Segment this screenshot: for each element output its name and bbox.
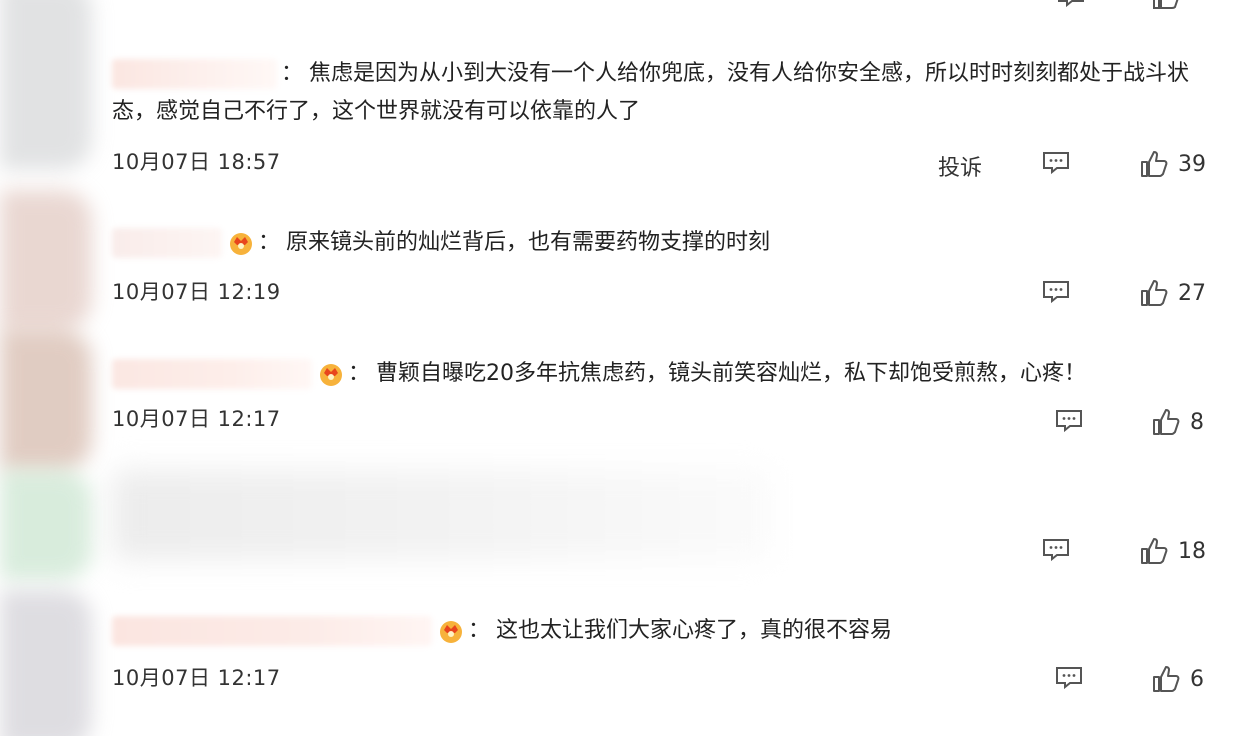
like-count: 8 <box>1190 409 1204 435</box>
report-label: 投诉 <box>938 156 983 181</box>
avatar[interactable] <box>0 590 92 736</box>
comment-text: ：曹颖自曝吃20多年抗焦虑药，镜头前笑容灿烂，私下却饱受煎熬，心疼！ <box>112 355 1232 393</box>
member-badge-icon <box>438 618 464 644</box>
comment-icon <box>1054 665 1084 691</box>
reply-button[interactable] <box>1041 537 1071 563</box>
comment-item: ：这也太让我们大家心疼了，真的很不容易 <box>112 612 1232 650</box>
report-button[interactable]: 投诉 <box>938 150 982 182</box>
comment-timestamp: 10月07日 12:17 <box>112 666 281 690</box>
member-badge-icon <box>318 361 344 387</box>
comment-item: ：曹颖自曝吃20多年抗焦虑药，镜头前笑容灿烂，私下却饱受煎熬，心疼！ <box>112 355 1232 393</box>
like-button[interactable]: 27 <box>1140 279 1206 307</box>
comment-timestamp: 10月07日 12:19 <box>112 280 281 304</box>
thumbs-up-icon <box>1140 537 1168 565</box>
comment-icon <box>1041 537 1071 563</box>
thumbs-up-icon <box>1152 665 1180 693</box>
previous-comment-actions <box>0 0 1256 10</box>
thumbs-up-icon[interactable] <box>1152 0 1180 10</box>
comment-text: ：原来镜头前的灿烂背后，也有需要药物支撑的时刻 <box>112 224 1232 262</box>
avatar[interactable] <box>0 470 92 580</box>
avatar[interactable] <box>0 190 92 330</box>
like-count: 27 <box>1178 280 1206 306</box>
avatar[interactable] <box>0 0 92 170</box>
colon-separator: ： <box>258 230 281 255</box>
reply-button[interactable] <box>1041 150 1071 176</box>
like-count: 6 <box>1190 666 1204 692</box>
like-count: 39 <box>1178 151 1206 177</box>
like-button[interactable]: 8 <box>1152 408 1204 436</box>
username[interactable] <box>112 228 222 258</box>
reply-button[interactable] <box>1054 665 1084 691</box>
blurred-comment <box>112 470 772 560</box>
reply-button[interactable] <box>1054 408 1084 434</box>
like-button[interactable]: 18 <box>1140 537 1206 565</box>
avatar[interactable] <box>0 330 92 470</box>
thumbs-up-icon <box>1140 279 1168 307</box>
reply-button[interactable] <box>1041 279 1071 305</box>
like-count: 18 <box>1178 538 1206 564</box>
comment-timestamp: 10月07日 12:17 <box>112 407 281 431</box>
colon-separator: ： <box>348 361 371 386</box>
comment-icon <box>1054 408 1084 434</box>
comment-icon <box>1041 279 1071 305</box>
comment-icon <box>1041 150 1071 176</box>
colon-separator: ： <box>468 618 491 643</box>
username[interactable] <box>112 359 312 389</box>
comment-item: ：原来镜头前的灿烂背后，也有需要药物支撑的时刻 <box>112 224 1232 262</box>
comment-list: ：焦虑是因为从小到大没有一个人给你兜底，没有人给你安全感，所以时时刻刻都处于战斗… <box>0 0 1256 736</box>
username[interactable] <box>112 616 432 646</box>
comment-icon[interactable] <box>1056 0 1086 8</box>
comment-text: ：焦虑是因为从小到大没有一个人给你兜底，没有人给你安全感，所以时时刻刻都处于战斗… <box>112 59 1190 124</box>
comment-text: ：这也太让我们大家心疼了，真的很不容易 <box>112 612 1232 650</box>
comment-timestamp: 10月07日 18:57 <box>112 150 281 174</box>
member-badge-icon <box>228 230 254 256</box>
comment-item: ：焦虑是因为从小到大没有一个人给你兜底，没有人给你安全感，所以时时刻刻都处于战斗… <box>112 55 1232 131</box>
colon-separator: ： <box>281 61 304 86</box>
thumbs-up-icon <box>1152 408 1180 436</box>
like-button[interactable]: 39 <box>1140 150 1206 178</box>
username[interactable] <box>112 59 277 89</box>
thumbs-up-icon <box>1140 150 1168 178</box>
like-button[interactable]: 6 <box>1152 665 1204 693</box>
